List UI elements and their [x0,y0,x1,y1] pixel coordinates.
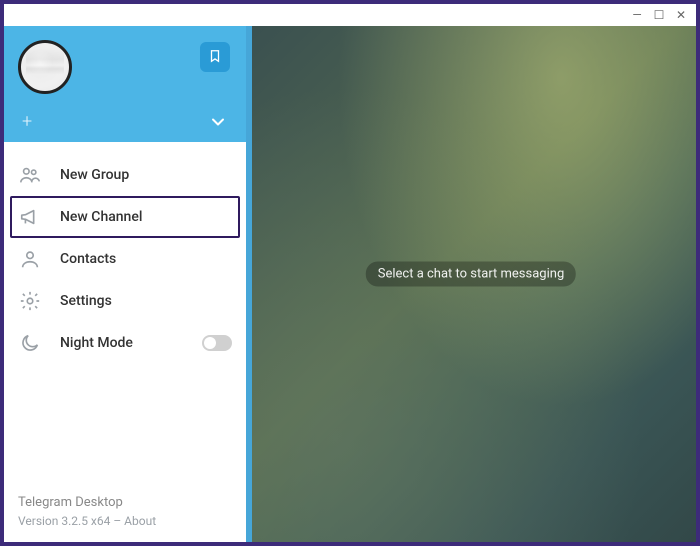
megaphone-icon [18,205,42,229]
app-window: — ☐ ✕ + [0,0,700,546]
menu-item-label: New Channel [60,209,142,225]
app-body: + New Group N [4,26,696,542]
menu-item-label: Night Mode [60,335,133,351]
moon-icon [18,331,42,355]
chevron-down-icon [208,117,228,136]
menu-item-label: Contacts [60,251,116,267]
maximize-button[interactable]: ☐ [652,9,666,21]
gear-icon [18,289,42,313]
bookmark-icon [208,48,222,67]
menu-item-night-mode[interactable]: Night Mode [4,322,246,364]
group-icon [18,163,42,187]
chat-area: Select a chat to start messaging [246,26,696,542]
menu-item-label: Settings [60,293,112,309]
menu-item-contacts[interactable]: Contacts [4,238,246,280]
avatar[interactable] [18,40,72,94]
add-account-button[interactable]: + [22,111,32,132]
menu-list: New Group New Channel Contacts [4,142,246,364]
close-button[interactable]: ✕ [674,9,688,21]
menu-item-settings[interactable]: Settings [4,280,246,322]
menu-item-new-group[interactable]: New Group [4,154,246,196]
sidebar: + New Group N [4,26,246,542]
expand-accounts-button[interactable] [208,112,228,136]
titlebar: — ☐ ✕ [4,4,696,26]
saved-messages-button[interactable] [200,42,230,72]
app-name: Telegram Desktop [18,493,156,513]
menu-item-label: New Group [60,167,129,183]
night-mode-toggle[interactable] [202,335,232,351]
version-line[interactable]: Version 3.2.5 x64 – About [18,514,156,528]
menu-item-new-channel[interactable]: New Channel [10,196,240,238]
sidebar-footer: Telegram Desktop Version 3.2.5 x64 – Abo… [18,493,156,531]
chat-placeholder: Select a chat to start messaging [366,261,576,286]
person-icon [18,247,42,271]
minimize-button[interactable]: — [630,9,644,21]
sidebar-header: + [4,26,246,142]
